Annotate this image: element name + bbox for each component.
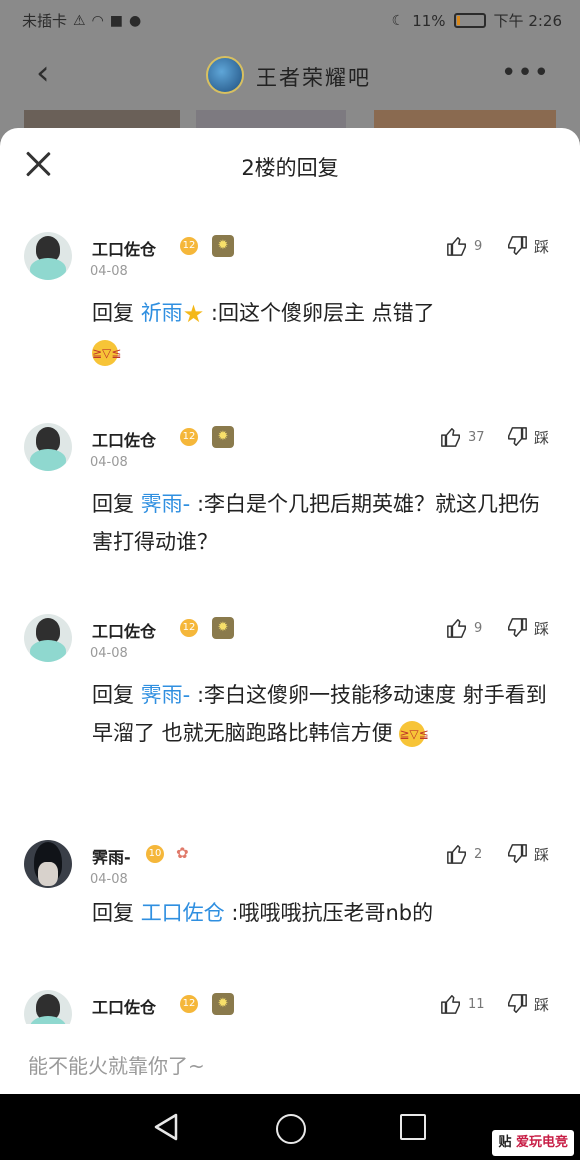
avatar[interactable] bbox=[24, 840, 72, 888]
reply-prefix: 回复 bbox=[92, 492, 134, 516]
watermark-brand: 爱玩电竞 bbox=[515, 1135, 568, 1150]
reply-prefix: 回复 bbox=[92, 301, 134, 325]
reply-prefix: 回复 bbox=[92, 683, 134, 707]
battery-percent: 11% bbox=[412, 11, 446, 30]
level-badge: 12 bbox=[180, 619, 198, 637]
dislike-button[interactable]: 踩 bbox=[506, 842, 549, 866]
username[interactable]: 工口佐仓 bbox=[92, 994, 156, 1018]
like-button[interactable]: 9 bbox=[446, 234, 482, 258]
watermark-logo: 贴 爱玩电竞 bbox=[492, 1130, 574, 1156]
avatar[interactable] bbox=[24, 423, 72, 471]
like-button[interactable]: 37 bbox=[440, 425, 485, 449]
avatar[interactable] bbox=[24, 614, 72, 662]
thumb-up-icon bbox=[447, 619, 466, 638]
dislike-label: 踩 bbox=[534, 237, 550, 256]
like-button[interactable]: 11 bbox=[440, 992, 485, 1016]
dislike-label: 踩 bbox=[534, 428, 550, 447]
username[interactable]: 工口佐仓 bbox=[92, 618, 156, 642]
carrier-label: 未插卡 bbox=[22, 12, 68, 30]
reply-content: 回复 霁雨- :李白是个几把后期英雄？就这几把伤害打得动谁？ bbox=[92, 485, 552, 561]
like-count: 37 bbox=[468, 429, 485, 445]
forum-name[interactable]: 王者荣耀吧 bbox=[256, 62, 371, 92]
reply-text: :回这个傻卵层主 点错了 bbox=[210, 301, 435, 325]
username[interactable]: 工口佐仓 bbox=[92, 236, 156, 260]
status-bar: 未插卡 ⚠ ◠ ■ ● ☾ 11% 下午 2:26 bbox=[0, 0, 580, 38]
battery-icon bbox=[453, 13, 486, 28]
sheet-header: 2楼的回复 bbox=[0, 128, 580, 200]
grin-emoji-icon: ≧▽≦ bbox=[92, 340, 121, 366]
camera-icon: ■ bbox=[109, 12, 124, 29]
thumb-up-icon bbox=[441, 995, 460, 1014]
dislike-button[interactable]: 踩 bbox=[506, 425, 549, 449]
grin-emoji-icon: ≧▽≦ bbox=[399, 721, 429, 747]
dislike-button[interactable]: 踩 bbox=[506, 234, 549, 258]
vip-badge-icon: ✹ bbox=[212, 993, 234, 1015]
sim-warning-icon: ⚠ bbox=[73, 12, 86, 29]
thumb-up-icon bbox=[447, 237, 466, 256]
qq-icon: ● bbox=[129, 12, 142, 29]
watermark-tie: 贴 bbox=[498, 1135, 512, 1150]
username[interactable]: 工口佐仓 bbox=[92, 427, 156, 451]
reply-date: 04-08 bbox=[90, 646, 128, 661]
like-button[interactable]: 9 bbox=[446, 616, 482, 640]
reply-date: 04-08 bbox=[90, 455, 128, 470]
reply-date: 04-08 bbox=[90, 872, 128, 887]
thumb-down-icon bbox=[508, 844, 527, 863]
dislike-label: 踩 bbox=[534, 845, 550, 864]
dislike-button[interactable]: 踩 bbox=[506, 616, 549, 640]
vip-badge-icon: ✹ bbox=[212, 617, 234, 639]
dislike-button[interactable]: 踩 bbox=[506, 992, 549, 1016]
reply-content: 回复 霁雨- :李白这傻卵一技能移动速度 射手看到早溜了 也就无脑跑路比韩信方便… bbox=[92, 676, 552, 752]
mention-link[interactable]: 工口佐仓 bbox=[141, 901, 225, 925]
wifi-icon: ◠ bbox=[91, 12, 104, 29]
mention-link[interactable]: 霁雨- bbox=[141, 492, 191, 516]
vip-badge-icon: ✹ bbox=[212, 426, 234, 448]
lung-badge-icon: ✿ bbox=[176, 844, 189, 862]
reply-date: 04-08 bbox=[90, 264, 128, 279]
sheet-title: 2楼的回复 bbox=[241, 156, 339, 180]
moon-icon: ☾ bbox=[391, 12, 405, 29]
level-badge: 12 bbox=[180, 237, 198, 255]
level-badge: 12 bbox=[180, 428, 198, 446]
nav-back-icon[interactable] bbox=[152, 1112, 180, 1142]
forum-avatar[interactable] bbox=[206, 56, 244, 94]
clock: 下午 2:26 bbox=[493, 12, 562, 30]
like-button[interactable]: 2 bbox=[446, 842, 482, 866]
dislike-label: 踩 bbox=[534, 995, 550, 1014]
dislike-label: 踩 bbox=[534, 619, 550, 638]
mention-link[interactable]: 祈雨 bbox=[141, 301, 183, 325]
input-placeholder[interactable]: 能不能火就靠你了~ bbox=[28, 1050, 205, 1079]
reply-item: 工口佐仓 12 ✹ 11 踩 bbox=[0, 990, 580, 1024]
reply-prefix: 回复 bbox=[92, 901, 134, 925]
nav-recents-icon[interactable] bbox=[400, 1114, 426, 1140]
like-count: 9 bbox=[474, 620, 483, 636]
mention-link[interactable]: 霁雨- bbox=[141, 683, 191, 707]
avatar[interactable] bbox=[24, 990, 72, 1024]
star-emoji-icon: ★ bbox=[182, 300, 205, 328]
reply-content: 回复 祈雨★ :回这个傻卵层主 点错了 ≧▽≦ bbox=[92, 294, 552, 371]
system-nav-bar: 贴 爱玩电竞 bbox=[0, 1094, 580, 1160]
thumb-down-icon bbox=[508, 994, 527, 1013]
thumb-down-icon bbox=[508, 427, 527, 446]
reply-text: :哦哦哦抗压老哥nb的 bbox=[231, 901, 434, 925]
like-count: 11 bbox=[468, 996, 485, 1012]
reply-content: 回复 工口佐仓 :哦哦哦抗压老哥nb的 bbox=[92, 894, 552, 932]
reply-sheet: 2楼的回复 工口佐仓 12 ✹ 04-08 9 踩 回复 祈雨★ :回这个傻卵层… bbox=[0, 128, 580, 1094]
vip-badge-icon: ✹ bbox=[212, 235, 234, 257]
thumb-down-icon bbox=[508, 236, 527, 255]
level-badge: 12 bbox=[180, 995, 198, 1013]
level-badge: 10 bbox=[146, 845, 164, 863]
more-dots-icon[interactable]: ••• bbox=[501, 58, 550, 88]
chevron-left-icon[interactable]: ‹ bbox=[36, 56, 50, 90]
avatar[interactable] bbox=[24, 232, 72, 280]
like-count: 9 bbox=[474, 238, 483, 254]
like-count: 2 bbox=[474, 846, 483, 862]
thumb-up-icon bbox=[441, 428, 460, 447]
thumb-down-icon bbox=[508, 618, 527, 637]
thumb-up-icon bbox=[447, 845, 466, 864]
nav-home-icon[interactable] bbox=[276, 1114, 306, 1144]
reply-input[interactable]: 能不能火就靠你了~ bbox=[0, 1032, 580, 1094]
username[interactable]: 霁雨- bbox=[92, 844, 131, 868]
